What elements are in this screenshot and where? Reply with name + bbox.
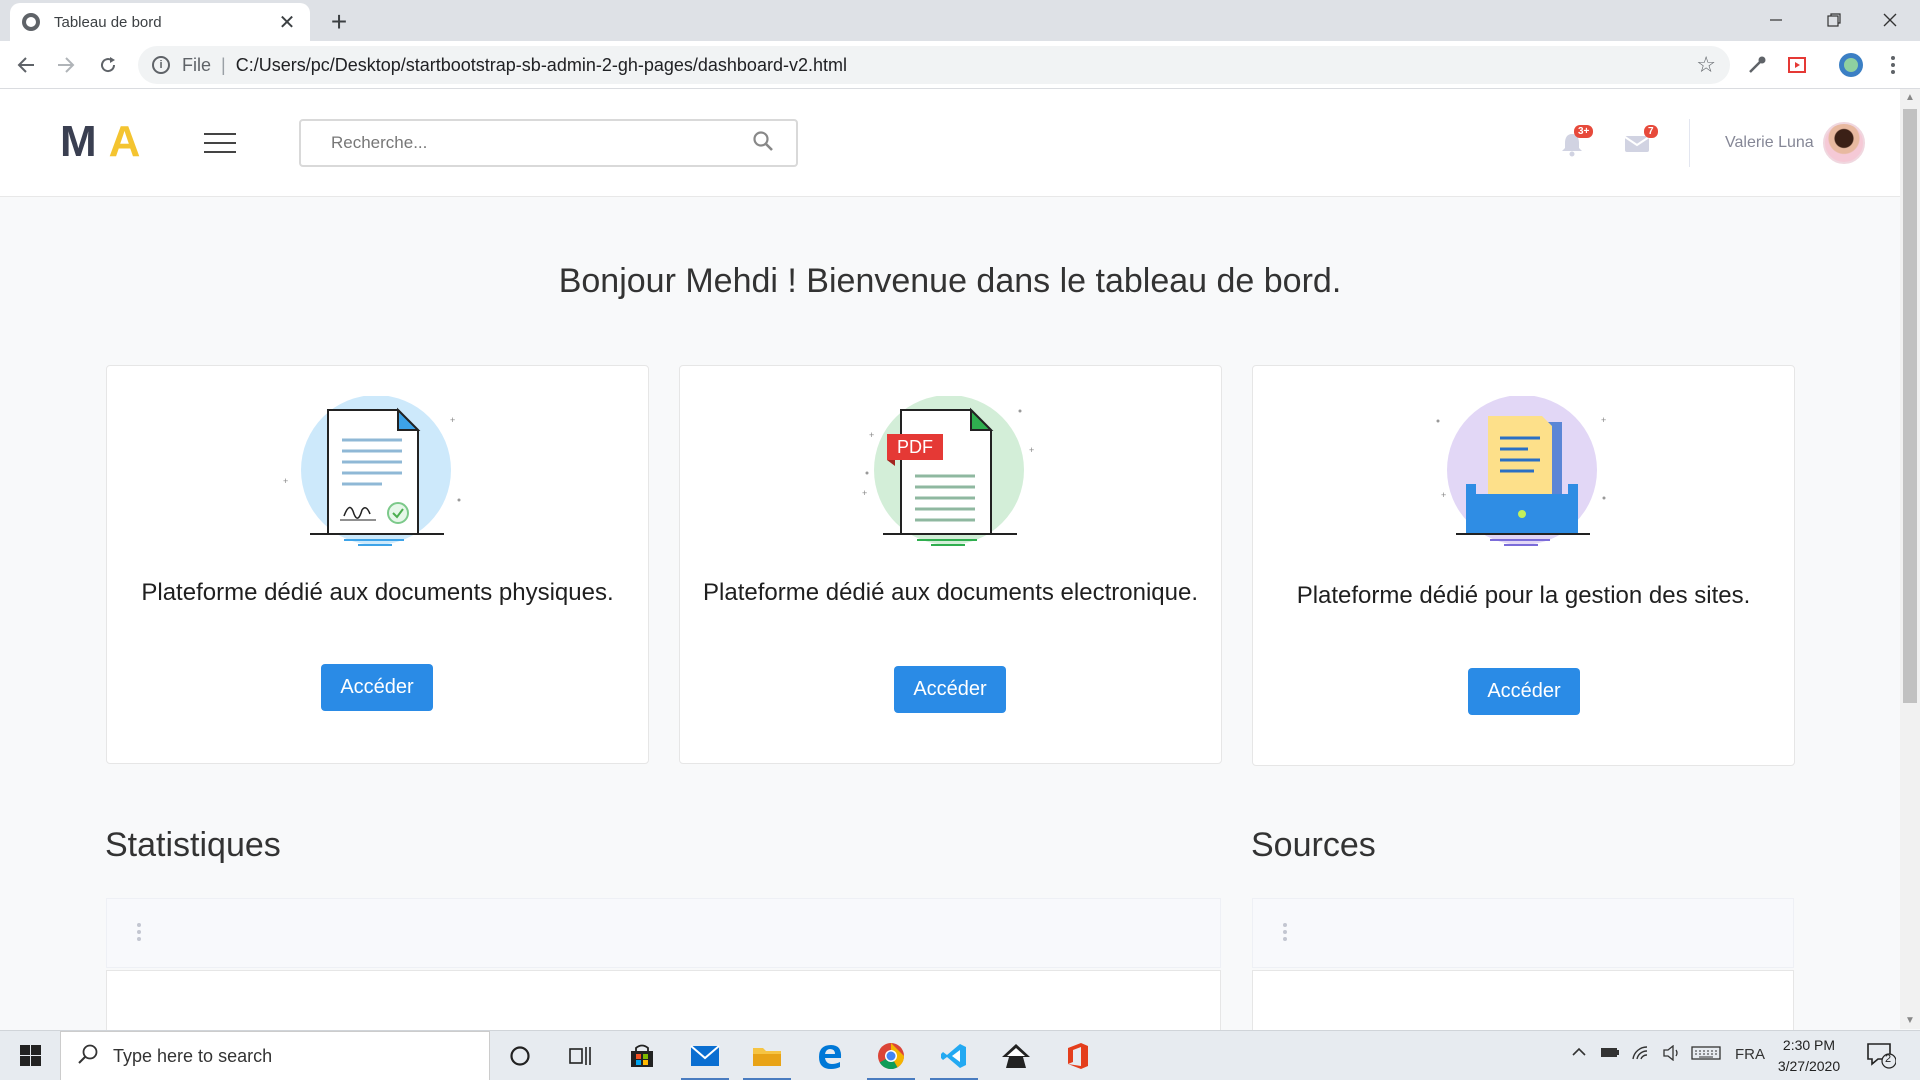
system-clock[interactable]: 2:30 PM 3/27/2020 <box>1774 1035 1844 1077</box>
volume-icon[interactable] <box>1662 1044 1682 1065</box>
restore-icon[interactable] <box>1806 0 1862 40</box>
new-tab-button[interactable]: + <box>324 6 354 38</box>
cortana-icon[interactable] <box>502 1038 538 1074</box>
file-explorer-icon[interactable] <box>743 1038 791 1080</box>
messages-envelope-icon[interactable]: 7 <box>1624 125 1658 155</box>
panel-menu-icon[interactable] <box>137 923 141 941</box>
logo-letter-a: A <box>108 117 143 166</box>
welcome-heading: Bonjour Mehdi ! Bienvenue dans le tablea… <box>558 262 1342 300</box>
svg-text:+: + <box>450 415 455 425</box>
search-bar <box>299 119 798 167</box>
search-icon[interactable] <box>752 130 774 157</box>
folder-archive-icon: + + <box>1436 396 1606 546</box>
clock-time: 2:30 PM <box>1782 1037 1836 1053</box>
forward-icon[interactable] <box>48 47 84 83</box>
svg-text:+: + <box>869 430 874 440</box>
alerts-bell-icon[interactable]: 3+ <box>1560 125 1594 157</box>
svg-text:+: + <box>862 488 867 498</box>
svg-text:+: + <box>1029 445 1034 455</box>
svg-text:+: + <box>283 476 288 486</box>
sources-panel-header <box>1252 898 1794 968</box>
card-physical-documents: + + Plateforme dédié aux documents physi… <box>106 365 649 764</box>
pdf-document-icon: PDF + + + <box>862 396 1034 546</box>
windows-taskbar: Type here to search FRA 2:30 PM 3/27/202… <box>0 1030 1920 1080</box>
signed-document-icon: + + <box>283 396 461 546</box>
reload-icon[interactable] <box>90 47 126 83</box>
search-icon <box>77 1043 99 1070</box>
card-description: Plateforme dédié aux documents electroni… <box>703 579 1198 606</box>
minimize-icon[interactable] <box>1748 0 1804 40</box>
messages-badge: 7 <box>1644 125 1658 138</box>
card-description: Plateforme dédié aux documents physiques… <box>141 579 614 606</box>
statistics-heading: Statistiques <box>105 826 281 864</box>
info-icon[interactable]: i <box>152 56 170 74</box>
sources-panel-body <box>1252 970 1794 1030</box>
address-bar[interactable]: i File | C:/Users/pc/Desktop/startbootst… <box>138 46 1730 84</box>
card-electronic-documents: PDF + + + Plateforme dédié aux documents… <box>679 365 1222 764</box>
mail-app-icon[interactable] <box>681 1038 729 1080</box>
eyedropper-icon[interactable] <box>1744 52 1770 78</box>
sources-heading: Sources <box>1251 826 1376 864</box>
access-electronic-button[interactable]: Accéder <box>894 666 1006 713</box>
office-icon[interactable] <box>1060 1038 1096 1074</box>
alerts-badge: 3+ <box>1574 125 1594 138</box>
card-sites-management: + + Plateforme dédié pour la gestion des… <box>1252 365 1795 766</box>
browser-tab-strip: Tableau de bord ✕ + <box>0 0 1920 41</box>
svg-text:+: + <box>1441 490 1446 500</box>
search-input[interactable] <box>331 133 752 153</box>
svg-text:+: + <box>1601 415 1606 425</box>
tab-close-icon[interactable]: ✕ <box>276 10 298 35</box>
edge-browser-icon[interactable] <box>812 1038 848 1074</box>
windows-start-icon[interactable] <box>10 1044 50 1068</box>
vscode-icon[interactable] <box>930 1038 978 1080</box>
url-scheme: File <box>182 54 212 75</box>
keyboard-icon[interactable] <box>1691 1045 1721 1065</box>
brand-logo[interactable]: MA <box>60 117 142 167</box>
clock-date: 3/27/2020 <box>1777 1058 1841 1074</box>
browser-toolbar: i File | C:/Users/pc/Desktop/startbootst… <box>0 41 1920 89</box>
input-language[interactable]: FRA <box>1735 1046 1765 1063</box>
statistics-panel-body <box>106 970 1221 1030</box>
battery-icon[interactable] <box>1600 1045 1620 1063</box>
tray-overflow-icon[interactable] <box>1571 1045 1587 1063</box>
chrome-browser-icon[interactable] <box>867 1038 915 1080</box>
close-window-icon[interactable] <box>1862 0 1918 40</box>
user-avatar[interactable] <box>1823 122 1865 164</box>
tab-title: Tableau de bord <box>54 13 162 31</box>
user-name[interactable]: Valerie Luna <box>1725 134 1814 152</box>
task-view-icon[interactable] <box>562 1038 598 1074</box>
profile-avatar-icon[interactable] <box>1838 52 1864 78</box>
scrollbar-thumb[interactable] <box>1903 109 1917 703</box>
notification-count: 2 <box>1885 1053 1892 1065</box>
globe-icon <box>22 13 40 31</box>
scroll-down-icon[interactable]: ▼ <box>1905 1015 1915 1026</box>
taskbar-search-label: Type here to search <box>113 1045 273 1066</box>
page-scrollbar[interactable]: ▲ ▼ <box>1900 89 1920 1029</box>
url-text[interactable]: C:/Users/pc/Desktop/startbootstrap-sb-ad… <box>236 55 1697 76</box>
scroll-up-icon[interactable]: ▲ <box>1905 92 1915 103</box>
card-description: Plateforme dédié pour la gestion des sit… <box>1296 582 1751 609</box>
taskbar-search-box[interactable]: Type here to search <box>60 1031 490 1080</box>
statistics-panel-header <box>106 898 1221 968</box>
sidebar-toggle-icon[interactable] <box>204 133 236 153</box>
access-sites-button[interactable]: Accéder <box>1468 668 1580 715</box>
browser-tab[interactable]: Tableau de bord ✕ <box>10 3 310 41</box>
browser-menu-icon[interactable] <box>1880 52 1906 78</box>
pdf-label: PDF <box>897 437 933 457</box>
app-topbar: MA 3+ 7 Valerie Luna <box>0 89 1900 197</box>
wifi-icon[interactable] <box>1631 1045 1651 1065</box>
pdf-extension-icon[interactable] <box>1784 52 1810 78</box>
access-physical-button[interactable]: Accéder <box>321 664 433 711</box>
topbar-divider <box>1689 119 1690 167</box>
logo-letter-m: M <box>60 117 99 166</box>
inkscape-icon[interactable] <box>998 1038 1034 1074</box>
back-icon[interactable] <box>8 47 44 83</box>
url-separator: | <box>221 54 226 75</box>
bookmark-star-icon[interactable]: ☆ <box>1696 52 1716 78</box>
notification-center-icon[interactable]: 2 <box>1866 1041 1897 1073</box>
store-icon[interactable] <box>624 1038 660 1074</box>
panel-menu-icon[interactable] <box>1283 923 1287 941</box>
